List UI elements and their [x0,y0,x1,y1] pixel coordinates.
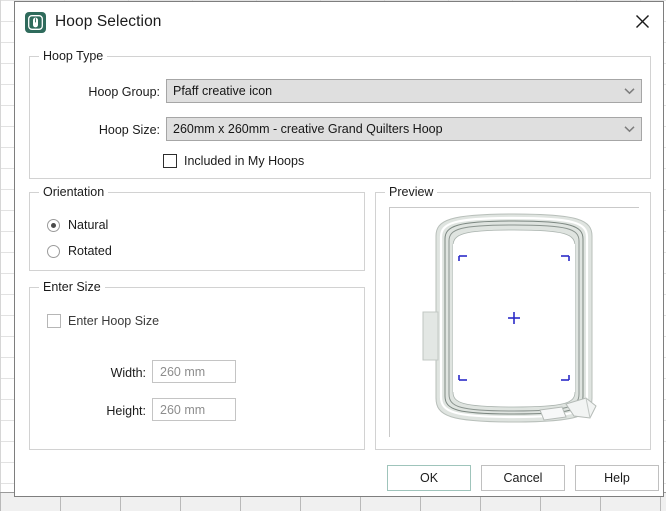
ok-button-label: OK [419,471,439,485]
help-button[interactable]: Help [575,465,659,491]
preview-legend: Preview [385,185,438,199]
hoop-size-value: 260mm x 260mm - creative Grand Quilters … [173,122,443,136]
height-value: 260 mm [160,402,206,417]
radio-orientation-natural[interactable]: Natural [47,218,108,232]
orientation-group: Orientation Natural Rotated [29,185,365,271]
hoop-group-select[interactable]: Pfaff creative icon [166,79,642,103]
hoop-size-label: Hoop Size: [98,123,160,137]
help-button-label: Help [604,471,630,485]
radio-orientation-rotated-label: Rotated [68,244,112,258]
radio-box [47,218,60,232]
included-in-my-hoops-checkbox[interactable]: Included in My Hoops [163,154,304,168]
ok-button[interactable]: OK [387,465,471,491]
chevron-down-icon [617,125,641,133]
hoop-group-value: Pfaff creative icon [173,84,273,98]
hoop-type-group: Hoop Type Hoop Group: Pfaff creative ico… [29,49,651,179]
close-icon[interactable] [625,6,659,36]
enter-hoop-size-checkbox[interactable]: Enter Hoop Size [47,314,159,328]
included-in-my-hoops-label: Included in My Hoops [184,154,305,168]
hoop-selection-dialog: Hoop Selection Hoop Type Hoop Group: Pfa… [14,1,664,497]
checkbox-box [47,314,61,328]
chevron-down-icon [617,87,641,95]
height-input[interactable]: 260 mm [152,398,236,421]
radio-orientation-rotated[interactable]: Rotated [47,244,112,258]
hoop-app-icon [25,11,46,33]
hoop-type-legend: Hoop Type [39,49,108,63]
orientation-legend: Orientation [39,185,109,199]
hoop-preview-illustration [422,213,597,423]
width-value: 260 mm [160,364,206,379]
radio-orientation-natural-label: Natural [68,218,109,232]
hoop-size-select[interactable]: 260mm x 260mm - creative Grand Quilters … [166,117,642,141]
hoop-preview-canvas [389,207,639,437]
titlebar: Hoop Selection [15,2,663,42]
width-label: Width: [110,366,146,380]
cancel-button-label: Cancel [503,471,543,485]
cancel-button[interactable]: Cancel [481,465,565,491]
enter-size-legend: Enter Size [39,280,105,294]
height-label: Height: [106,404,146,418]
preview-group: Preview [375,185,651,450]
enter-size-group: Enter Size Enter Hoop Size Width: 260 mm… [29,280,365,450]
page-title: Hoop Selection [55,13,162,30]
radio-box [47,244,60,258]
checkbox-box [163,154,177,168]
enter-hoop-size-label: Enter Hoop Size [68,314,160,328]
hoop-group-label: Hoop Group: [88,85,160,99]
width-input[interactable]: 260 mm [152,360,236,383]
